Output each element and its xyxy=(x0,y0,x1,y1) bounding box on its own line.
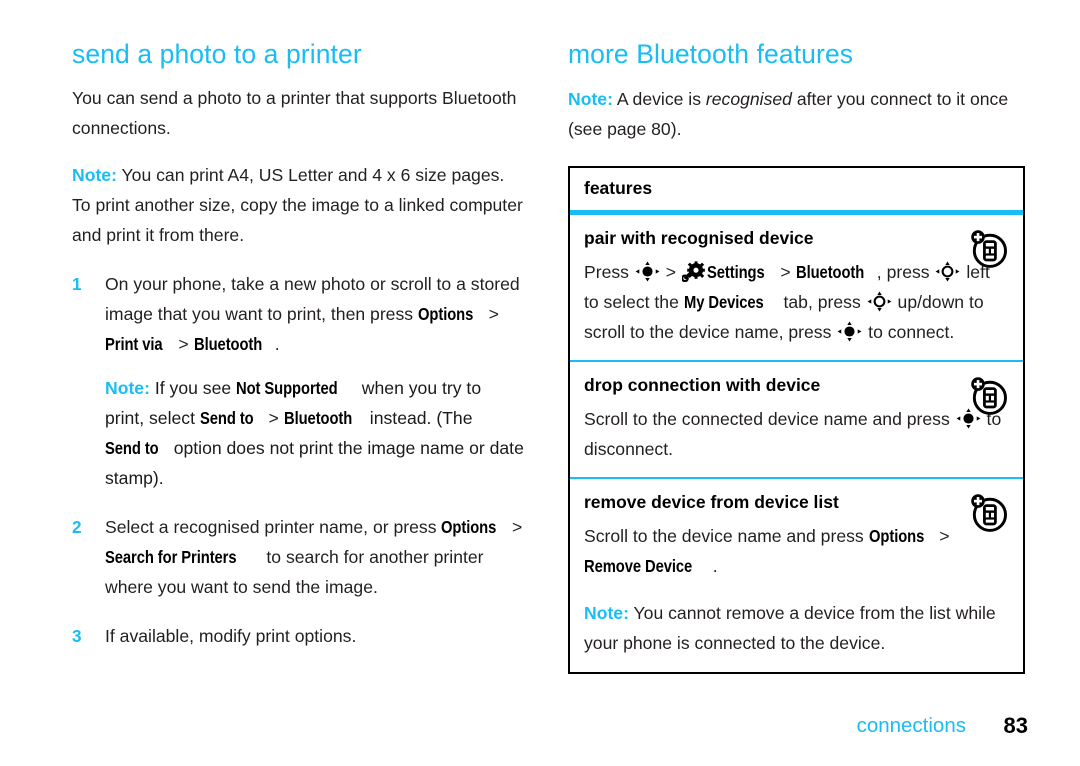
note-text: A device is xyxy=(612,89,706,109)
settings-gear-icon xyxy=(680,261,705,283)
footer-chapter-name: connections xyxy=(856,714,966,737)
emphasis-recognised: recognised xyxy=(705,89,792,109)
footer-page-number: 83 xyxy=(1003,713,1028,738)
note-label: Note: xyxy=(105,378,150,398)
ui-label-bluetooth: Bluetooth xyxy=(795,262,864,282)
step-number: 3 xyxy=(72,626,82,646)
ui-label-options: Options xyxy=(868,526,924,546)
note-label: Note: xyxy=(568,89,613,109)
step-text: Select a recognised printer name, or pre… xyxy=(105,517,442,537)
ui-label-settings: Settings xyxy=(706,262,765,282)
note-label: Note: xyxy=(72,165,117,185)
ui-label-not-supported: Not Supported xyxy=(236,378,338,398)
left-column: send a photo to a printer You can send a… xyxy=(72,0,524,766)
step-number: 1 xyxy=(72,274,82,294)
ui-label-send-to: Send to xyxy=(105,438,159,458)
separator: > xyxy=(507,517,523,537)
table-row: pair with recognised device Press > Sett… xyxy=(570,215,1023,360)
ui-label-options: Options xyxy=(441,517,497,537)
navigation-key-icon xyxy=(867,291,892,312)
row-title: drop connection with device xyxy=(584,375,821,395)
step-number: 2 xyxy=(72,517,82,537)
navigation-key-icon xyxy=(935,261,960,282)
ui-label-options: Options xyxy=(417,304,474,324)
features-table-header: features xyxy=(584,178,653,198)
center-select-key-icon xyxy=(837,321,862,342)
features-table: features pair with recognised device Pre… xyxy=(568,166,1025,674)
note-label: Note: xyxy=(584,603,629,623)
row-body: Scroll to the connected device name and … xyxy=(584,408,1002,459)
intro-text: You can send a photo to a printer that s… xyxy=(72,88,517,138)
intro-paragraph: You can send a photo to a printer that s… xyxy=(72,83,524,143)
table-row: drop connection with device Scroll to th… xyxy=(570,362,1023,477)
step-3: 3 If available, modify print options. xyxy=(72,621,524,651)
add-device-icon xyxy=(967,374,1011,418)
page-footer: connections 83 xyxy=(0,706,1080,738)
step-2: 2 Select a recognised printer name, or p… xyxy=(72,512,524,602)
separator: > xyxy=(263,408,284,428)
separator: > xyxy=(483,304,499,324)
row-note: Note: You cannot remove a device from th… xyxy=(584,598,1009,658)
row-title: remove device from device list xyxy=(584,492,839,512)
ui-label-print-via: Print via xyxy=(105,334,163,354)
ui-label-bluetooth: Bluetooth xyxy=(193,334,262,354)
note-text: option does not print the image name or … xyxy=(105,438,524,488)
note-text: You cannot remove a device from the list… xyxy=(584,603,996,653)
manual-page: send a photo to a printer You can send a… xyxy=(0,0,1080,766)
table-row: remove device from device list Scroll to… xyxy=(570,479,1023,672)
add-device-icon xyxy=(967,227,1011,271)
ui-label-send-to: Send to xyxy=(199,408,254,428)
ui-label-my-devices: My Devices xyxy=(683,292,764,312)
row-body: Scroll to the device name and press Opti… xyxy=(584,521,1009,581)
row-title: pair with recognised device xyxy=(584,228,814,248)
step-text-end: . xyxy=(274,334,280,354)
ui-label-remove-device: Remove Device xyxy=(584,556,693,576)
page-title-right: more Bluetooth features xyxy=(568,39,854,69)
center-select-key-icon xyxy=(635,261,660,282)
page-title-left: send a photo to a printer xyxy=(72,39,362,69)
step-1: 1 On your phone, take a new photo or scr… xyxy=(72,269,524,359)
ui-label-search-for-printers: Search for Printers xyxy=(105,547,237,567)
right-column: more Bluetooth features Note: A device i… xyxy=(568,0,1026,766)
separator: > xyxy=(173,334,194,354)
note-paragraph-print-sizes: Note: You can print A4, US Letter and 4 … xyxy=(72,160,524,250)
note-text: instead. (The xyxy=(364,408,473,428)
ui-label-bluetooth: Bluetooth xyxy=(283,408,352,428)
step-1-note: Note: If you see Not Supported when you … xyxy=(72,373,524,493)
row-body: Press > Settings > Bluetooth, press left… xyxy=(584,257,1009,347)
add-device-icon xyxy=(967,491,1011,535)
step-text: If available, modify print options. xyxy=(105,626,357,646)
note-text: You can print A4, US Letter and 4 x 6 si… xyxy=(72,165,523,245)
note-paragraph-recognised: Note: A device is recognised after you c… xyxy=(568,84,1023,144)
note-text: If you see xyxy=(149,378,237,398)
